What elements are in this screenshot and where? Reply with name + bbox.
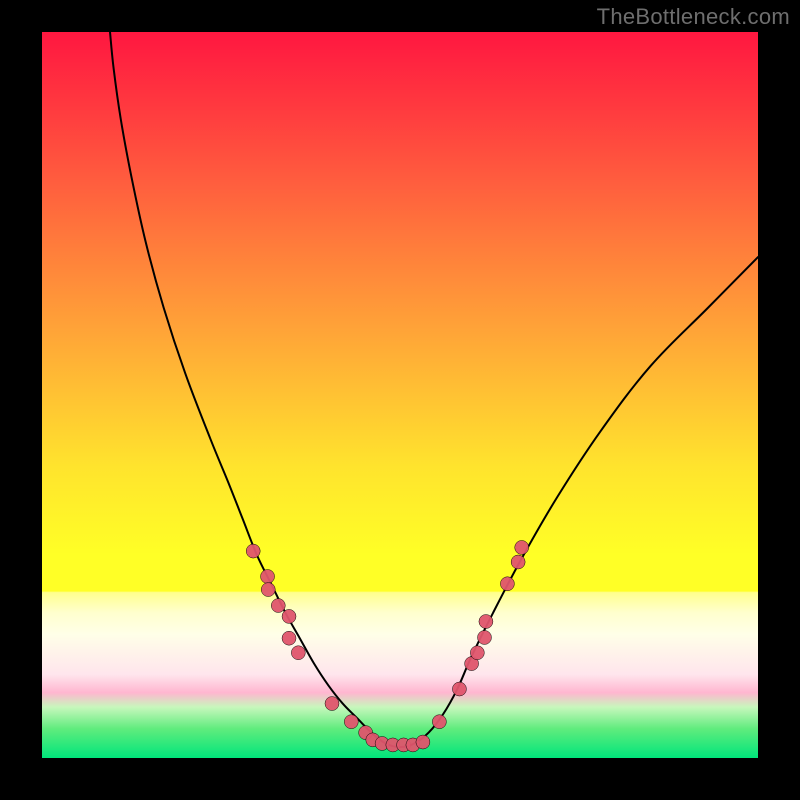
plot-svg xyxy=(42,32,758,758)
data-point xyxy=(261,583,275,597)
data-point xyxy=(291,646,305,660)
data-point xyxy=(452,682,466,696)
curve-group xyxy=(110,32,758,747)
data-point xyxy=(432,715,446,729)
data-point xyxy=(344,715,358,729)
data-point xyxy=(477,630,491,644)
watermark-text: TheBottleneck.com xyxy=(597,4,790,30)
data-point xyxy=(511,555,525,569)
chart-root: TheBottleneck.com xyxy=(0,0,800,800)
plot-area xyxy=(42,32,758,758)
data-point xyxy=(470,646,484,660)
dots-group xyxy=(246,540,528,751)
data-point xyxy=(416,735,430,749)
bottleneck-curve xyxy=(110,32,758,747)
data-point xyxy=(246,544,260,558)
data-point xyxy=(282,631,296,645)
data-point xyxy=(261,570,275,584)
data-point xyxy=(271,599,285,613)
data-point xyxy=(282,609,296,623)
data-point xyxy=(325,697,339,711)
data-point xyxy=(479,615,493,629)
data-point xyxy=(515,540,529,554)
data-point xyxy=(500,577,514,591)
